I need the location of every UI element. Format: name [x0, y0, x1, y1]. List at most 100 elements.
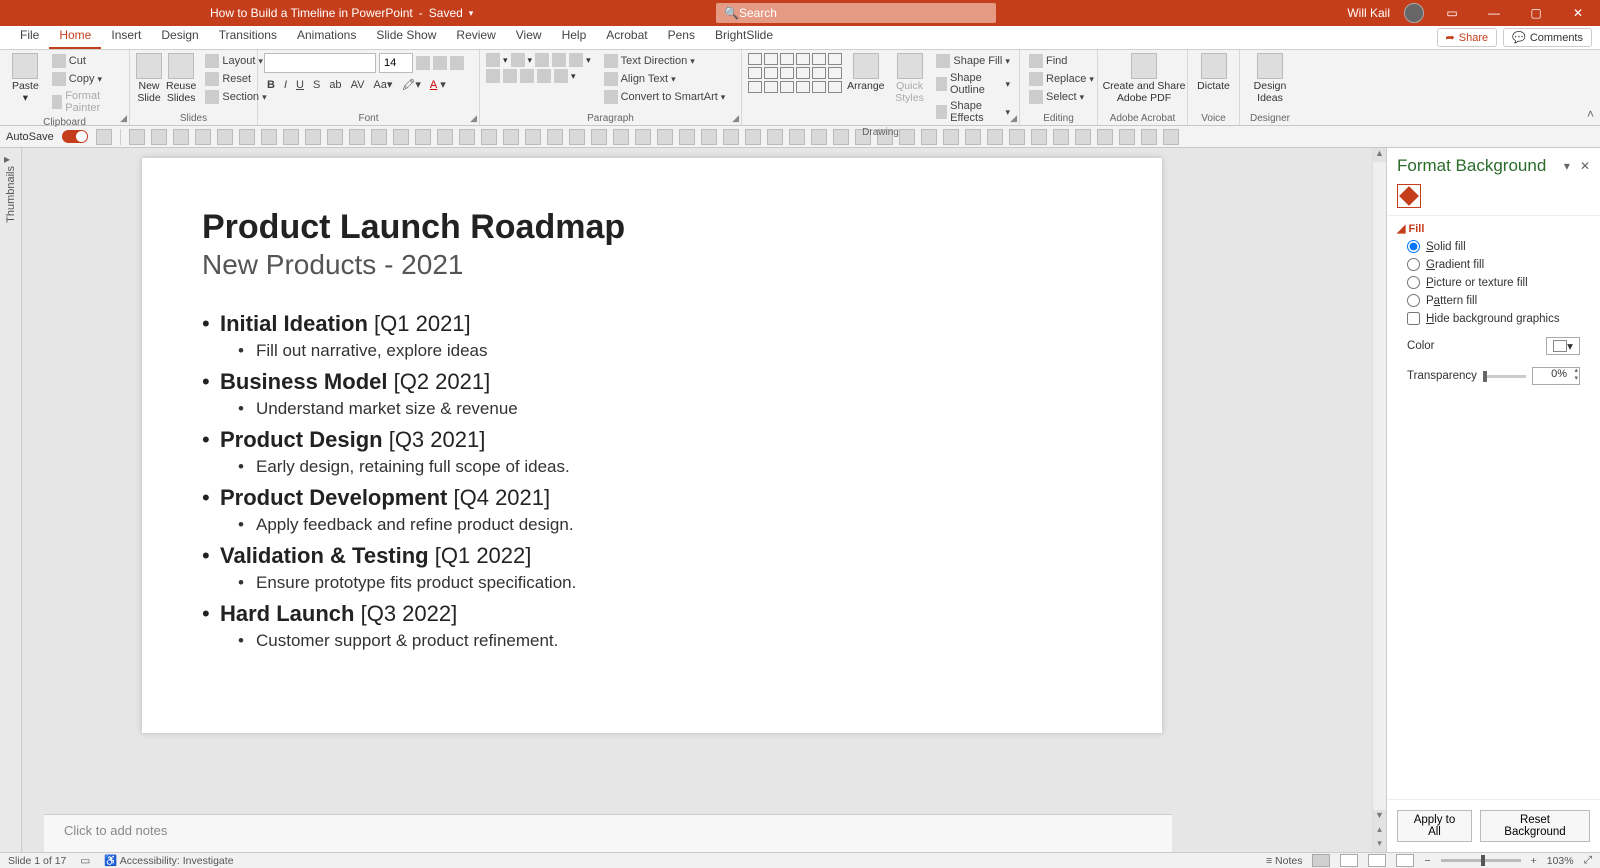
slide-counter[interactable]: Slide 1 of 17	[8, 855, 66, 867]
close-window-button[interactable]: ✕	[1564, 6, 1592, 20]
search-input[interactable]	[739, 6, 988, 20]
qat-icon-23[interactable]	[635, 129, 651, 145]
tab-file[interactable]: File	[10, 24, 49, 49]
qat-icon-25[interactable]	[679, 129, 695, 145]
paste-caret[interactable]: ▾	[23, 93, 28, 105]
slideshow-view-button[interactable]	[1396, 854, 1414, 867]
qat-save-icon[interactable]	[96, 129, 112, 145]
font-color-button[interactable]: A▾	[427, 77, 449, 92]
user-name[interactable]: Will Kail	[1347, 6, 1390, 20]
notes-toggle[interactable]: ≡ Notes	[1266, 855, 1302, 867]
slide-item[interactable]: Initial Ideation [Q1 2021]Fill out narra…	[220, 311, 1102, 361]
qat-icon-45[interactable]	[1119, 129, 1135, 145]
shape-effects-button[interactable]: Shape Effects▾	[933, 99, 1013, 125]
scroll-down-button[interactable]: ▼	[1373, 810, 1386, 824]
arrange-button[interactable]: Arrange	[846, 53, 886, 93]
minimize-button[interactable]: —	[1480, 6, 1508, 20]
accessibility-status[interactable]: ♿ Accessibility: Investigate	[104, 854, 233, 867]
strikethrough-button[interactable]: S	[310, 78, 323, 92]
qat-icon-17[interactable]	[503, 129, 519, 145]
numbering-icon[interactable]	[511, 53, 525, 67]
qat-icon-4[interactable]	[217, 129, 233, 145]
font-dialog-launcher[interactable]: ◢	[470, 113, 477, 124]
align-left-icon[interactable]	[486, 69, 500, 83]
slide-body-list[interactable]: Initial Ideation [Q1 2021]Fill out narra…	[202, 311, 1102, 651]
transparency-slider[interactable]	[1483, 375, 1526, 378]
decrease-indent-icon[interactable]	[535, 53, 549, 67]
prev-slide-button[interactable]: ▴	[1373, 824, 1386, 838]
design-ideas-button[interactable]: Design Ideas	[1246, 53, 1294, 104]
qat-icon-43[interactable]	[1075, 129, 1091, 145]
share-button[interactable]: ➦Share	[1437, 28, 1498, 47]
shapes-gallery[interactable]	[748, 53, 842, 93]
tab-pens[interactable]: Pens	[658, 24, 705, 49]
find-button[interactable]: Find	[1026, 53, 1097, 69]
expand-thumbnails-icon[interactable]: ▸	[4, 152, 10, 166]
slide-item[interactable]: Product Design [Q3 2021]Early design, re…	[220, 427, 1102, 477]
qat-icon-41[interactable]	[1031, 129, 1047, 145]
line-spacing-icon[interactable]	[569, 53, 583, 67]
replace-button[interactable]: Replace▾	[1026, 71, 1097, 87]
tab-acrobat[interactable]: Acrobat	[596, 24, 657, 49]
qat-icon-18[interactable]	[525, 129, 541, 145]
justify-icon[interactable]	[537, 69, 551, 83]
dictate-button[interactable]: Dictate	[1194, 53, 1233, 93]
tab-review[interactable]: Review	[446, 24, 505, 49]
qat-icon-2[interactable]	[173, 129, 189, 145]
qat-icon-46[interactable]	[1141, 129, 1157, 145]
reuse-slides-button[interactable]: Reuse Slides	[166, 53, 196, 104]
tab-brightslide[interactable]: BrightSlide	[705, 24, 783, 49]
fill-tab-icon[interactable]	[1397, 184, 1421, 208]
qat-icon-24[interactable]	[657, 129, 673, 145]
hide-bg-graphics-checkbox[interactable]	[1407, 312, 1420, 325]
slide-canvas-area[interactable]: Product Launch Roadmap New Products - 20…	[22, 148, 1386, 852]
pattern-fill-radio[interactable]	[1407, 294, 1420, 307]
format-painter-button[interactable]: Format Painter	[49, 89, 123, 115]
qat-icon-20[interactable]	[569, 129, 585, 145]
copy-button[interactable]: Copy▾	[49, 71, 123, 87]
tab-home[interactable]: Home	[49, 24, 101, 49]
zoom-out-button[interactable]: −	[1424, 855, 1430, 867]
picture-fill-radio[interactable]	[1407, 276, 1420, 289]
paste-button[interactable]: Paste▾	[6, 53, 45, 104]
transparency-spinner[interactable]: 0%	[1532, 367, 1580, 385]
align-center-icon[interactable]	[503, 69, 517, 83]
slide-title[interactable]: Product Launch Roadmap	[202, 208, 1102, 247]
increase-font-icon[interactable]	[416, 56, 430, 70]
shape-outline-button[interactable]: Shape Outline▾	[933, 71, 1013, 97]
decrease-font-icon[interactable]	[433, 56, 447, 70]
tab-design[interactable]: Design	[151, 24, 208, 49]
slide-item[interactable]: Validation & Testing [Q1 2022]Ensure pro…	[220, 543, 1102, 593]
avatar[interactable]	[1404, 3, 1424, 23]
apply-to-all-button[interactable]: Apply to All	[1397, 810, 1472, 842]
reading-view-button[interactable]	[1368, 854, 1386, 867]
qat-icon-5[interactable]	[239, 129, 255, 145]
qat-icon-27[interactable]	[723, 129, 739, 145]
vertical-scrollbar[interactable]: ▲ ▼ ▴ ▾	[1372, 148, 1386, 852]
increase-indent-icon[interactable]	[552, 53, 566, 67]
tab-help[interactable]: Help	[552, 24, 597, 49]
picture-fill-option[interactable]: Picture or texture fill	[1407, 276, 1590, 289]
italic-button[interactable]: I	[281, 78, 290, 92]
qat-icon-15[interactable]	[459, 129, 475, 145]
text-direction-button[interactable]: Text Direction▾	[601, 53, 729, 69]
clear-formatting-icon[interactable]	[450, 56, 464, 70]
color-picker-button[interactable]: ▾	[1546, 337, 1580, 355]
new-slide-button[interactable]: New Slide	[136, 53, 162, 104]
slide-item[interactable]: Hard Launch [Q3 2022]Customer support & …	[220, 601, 1102, 651]
clipboard-dialog-launcher[interactable]: ◢	[120, 113, 127, 124]
slide-sorter-view-button[interactable]	[1340, 854, 1358, 867]
qat-icon-1[interactable]	[151, 129, 167, 145]
slide-item[interactable]: Business Model [Q2 2021]Understand marke…	[220, 369, 1102, 419]
collapse-ribbon-button[interactable]: ˄	[1587, 107, 1594, 121]
qat-icon-12[interactable]	[393, 129, 409, 145]
change-case-button[interactable]: Aa▾	[370, 77, 395, 92]
shape-fill-button[interactable]: Shape Fill▾	[933, 53, 1013, 69]
comments-button[interactable]: 💬Comments	[1503, 28, 1592, 47]
solid-fill-radio[interactable]	[1407, 240, 1420, 253]
cut-button[interactable]: Cut	[49, 53, 123, 69]
slide[interactable]: Product Launch Roadmap New Products - 20…	[142, 158, 1162, 733]
fit-to-window-button[interactable]: ⤢	[1584, 854, 1592, 867]
ribbon-display-options[interactable]: ▭	[1438, 6, 1466, 20]
qat-icon-0[interactable]	[129, 129, 145, 145]
